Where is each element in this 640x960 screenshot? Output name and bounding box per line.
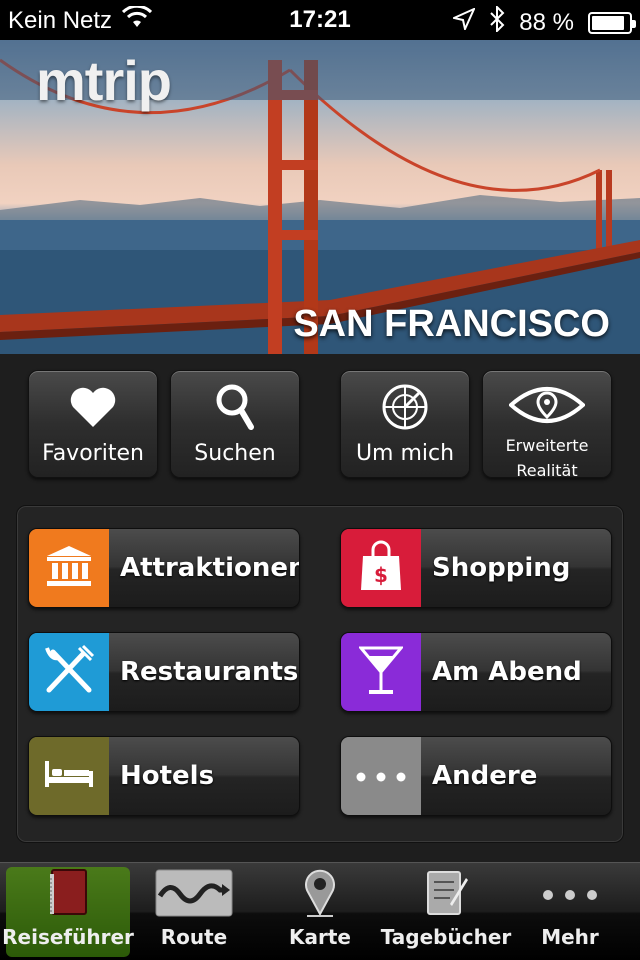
category-icon-box	[29, 633, 109, 711]
search-button[interactable]: Suchen	[170, 370, 300, 478]
tab-more[interactable]: Mehr	[530, 867, 610, 957]
tab-label: Route	[160, 925, 228, 949]
tab-travel-guide[interactable]: Reiseführer	[2, 867, 134, 957]
augmented-reality-button[interactable]: Erweiterte Realität	[482, 370, 612, 480]
app-logo: mtrip	[36, 49, 172, 112]
tab-diaries[interactable]: Tagebücher	[381, 867, 511, 957]
category-icon-box	[341, 633, 421, 711]
svg-text:$: $	[374, 563, 388, 587]
nearby-label: Um mich	[355, 441, 455, 466]
category-label: Hotels	[120, 761, 215, 791]
category-shopping[interactable]: $ Shopping	[340, 528, 612, 608]
category-icon-box	[29, 737, 109, 815]
eye-icon	[507, 383, 587, 431]
category-label: Attraktionen	[120, 553, 300, 583]
bed-icon	[43, 759, 95, 793]
map-pin-icon	[303, 868, 337, 922]
cocktail-icon	[357, 644, 405, 700]
city-title: SAN FRANCISCO	[293, 303, 610, 345]
tab-label: Mehr	[541, 925, 599, 949]
battery-icon	[588, 11, 636, 34]
bluetooth-icon	[489, 4, 505, 39]
category-restaurants[interactable]: Restaurants	[28, 632, 300, 712]
battery-percent: 88 %	[519, 8, 574, 36]
category-attractions[interactable]: Attraktionen	[28, 528, 300, 608]
category-icon-box	[341, 737, 421, 815]
book-icon	[46, 868, 90, 922]
route-icon	[154, 868, 234, 922]
favorites-label: Favoriten	[42, 441, 144, 466]
more-icon	[540, 886, 600, 905]
tab-label: Reiseführer	[2, 925, 134, 949]
favorites-button[interactable]: Favoriten	[28, 370, 158, 478]
search-icon	[215, 383, 255, 435]
radar-icon	[381, 383, 429, 435]
category-label: Andere	[432, 761, 538, 791]
augmented-reality-label-line2: Realität	[516, 461, 578, 480]
notebook-icon	[424, 868, 468, 922]
category-hotels[interactable]: Hotels	[28, 736, 300, 816]
cutlery-icon	[43, 644, 95, 700]
tab-label: Karte	[289, 925, 351, 949]
tab-map[interactable]: Karte	[280, 867, 360, 957]
category-evening[interactable]: Am Abend	[340, 632, 612, 712]
category-icon-box	[29, 529, 109, 607]
category-icon-box: $	[341, 529, 421, 607]
tab-label: Tagebücher	[380, 925, 512, 949]
augmented-reality-label-line1: Erweiterte	[505, 436, 589, 455]
more-icon	[355, 767, 407, 786]
augmented-reality-label: Erweiterte Realität	[506, 433, 589, 483]
tab-bar: Reiseführer Route Karte Tagebücher Mehr	[0, 862, 640, 960]
nearby-button[interactable]: Um mich	[340, 370, 470, 478]
tab-route[interactable]: Route	[150, 867, 238, 957]
status-bar: Kein Netz 17:21 88 %	[0, 0, 640, 40]
category-label: Restaurants	[120, 657, 299, 687]
landmark-icon	[45, 544, 93, 592]
search-label: Suchen	[194, 441, 276, 466]
location-arrow-icon	[451, 7, 477, 37]
shopping-bag-icon: $	[359, 540, 403, 596]
category-other[interactable]: Andere	[340, 736, 612, 816]
category-label: Am Abend	[432, 657, 582, 687]
category-label: Shopping	[432, 553, 571, 583]
heart-icon	[69, 385, 117, 433]
hero-image: mtrip SAN FRANCISCO	[0, 40, 640, 354]
